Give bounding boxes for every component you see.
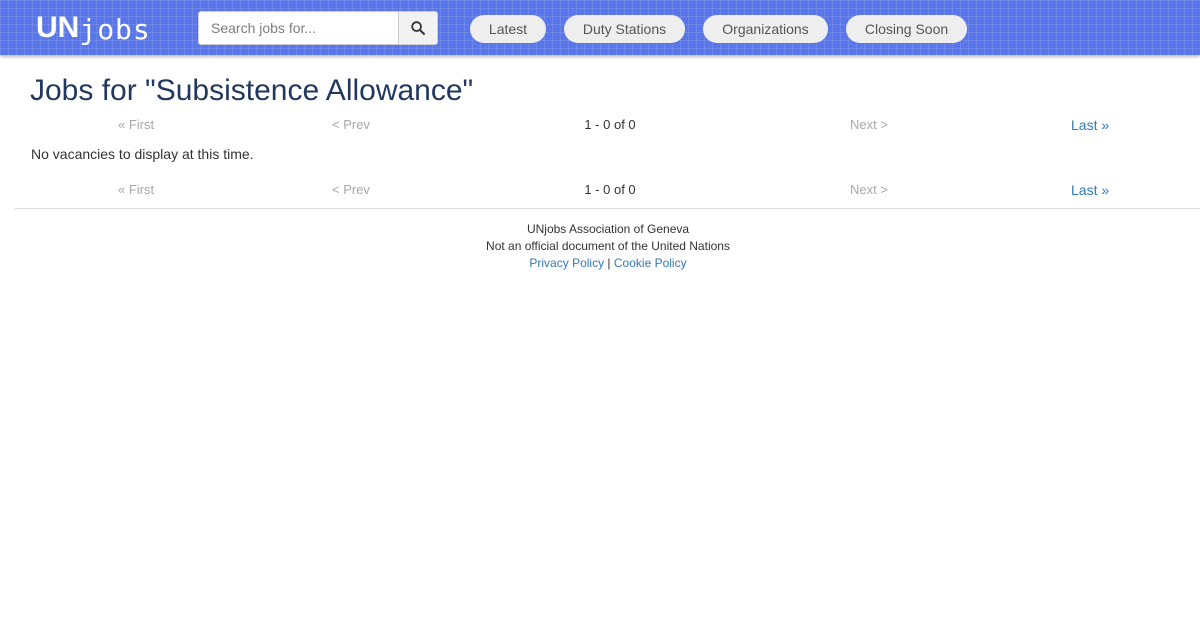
nav-closing-soon[interactable]: Closing Soon bbox=[846, 15, 967, 43]
search-icon bbox=[411, 21, 425, 35]
search-form bbox=[198, 11, 438, 45]
pager-count: 1 - 0 of 0 bbox=[584, 117, 636, 132]
nav-organizations[interactable]: Organizations bbox=[703, 15, 828, 43]
pager-next: Next > bbox=[850, 117, 888, 132]
empty-results-message: No vacancies to display at this time. bbox=[31, 146, 254, 162]
footer-links: Privacy Policy | Cookie Policy bbox=[0, 255, 1200, 272]
search-input[interactable] bbox=[198, 11, 398, 45]
nav-duty-stations[interactable]: Duty Stations bbox=[564, 15, 685, 43]
logo-un-text: UN bbox=[36, 11, 80, 44]
pager-prev: < Prev bbox=[332, 182, 370, 197]
footer-disclaimer: Not an official document of the United N… bbox=[486, 239, 730, 253]
pager-last-link[interactable]: Last » bbox=[1071, 180, 1109, 200]
pager-last-link[interactable]: Last » bbox=[1071, 115, 1109, 135]
footer-link-separator: | bbox=[607, 256, 611, 270]
search-button[interactable] bbox=[398, 11, 438, 45]
page-title: Jobs for "Subsistence Allowance" bbox=[30, 74, 474, 107]
pager-bottom: « First < Prev 1 - 0 of 0 Next > Last » bbox=[0, 180, 1200, 200]
nav-latest[interactable]: Latest bbox=[470, 15, 546, 43]
pager-next: Next > bbox=[850, 182, 888, 197]
footer: UNjobs Association of Geneva Not an offi… bbox=[0, 221, 1200, 272]
top-navbar: UNjobs Latest Duty Stations Organization… bbox=[0, 0, 1200, 55]
footer-org: UNjobs Association of Geneva bbox=[526, 222, 690, 236]
pager-first: « First bbox=[118, 117, 155, 132]
cookie-policy-link[interactable]: Cookie Policy bbox=[614, 256, 687, 270]
pager-count: 1 - 0 of 0 bbox=[584, 182, 636, 197]
footer-divider bbox=[15, 208, 1200, 209]
logo-jobs-text: jobs bbox=[79, 13, 151, 46]
pager-top: « First < Prev 1 - 0 of 0 Next > Last » bbox=[0, 115, 1200, 135]
pager-prev: < Prev bbox=[332, 117, 370, 132]
pager-first: « First bbox=[118, 182, 155, 197]
unjobs-logo[interactable]: UNjobs bbox=[36, 10, 151, 46]
privacy-policy-link[interactable]: Privacy Policy bbox=[529, 256, 604, 270]
